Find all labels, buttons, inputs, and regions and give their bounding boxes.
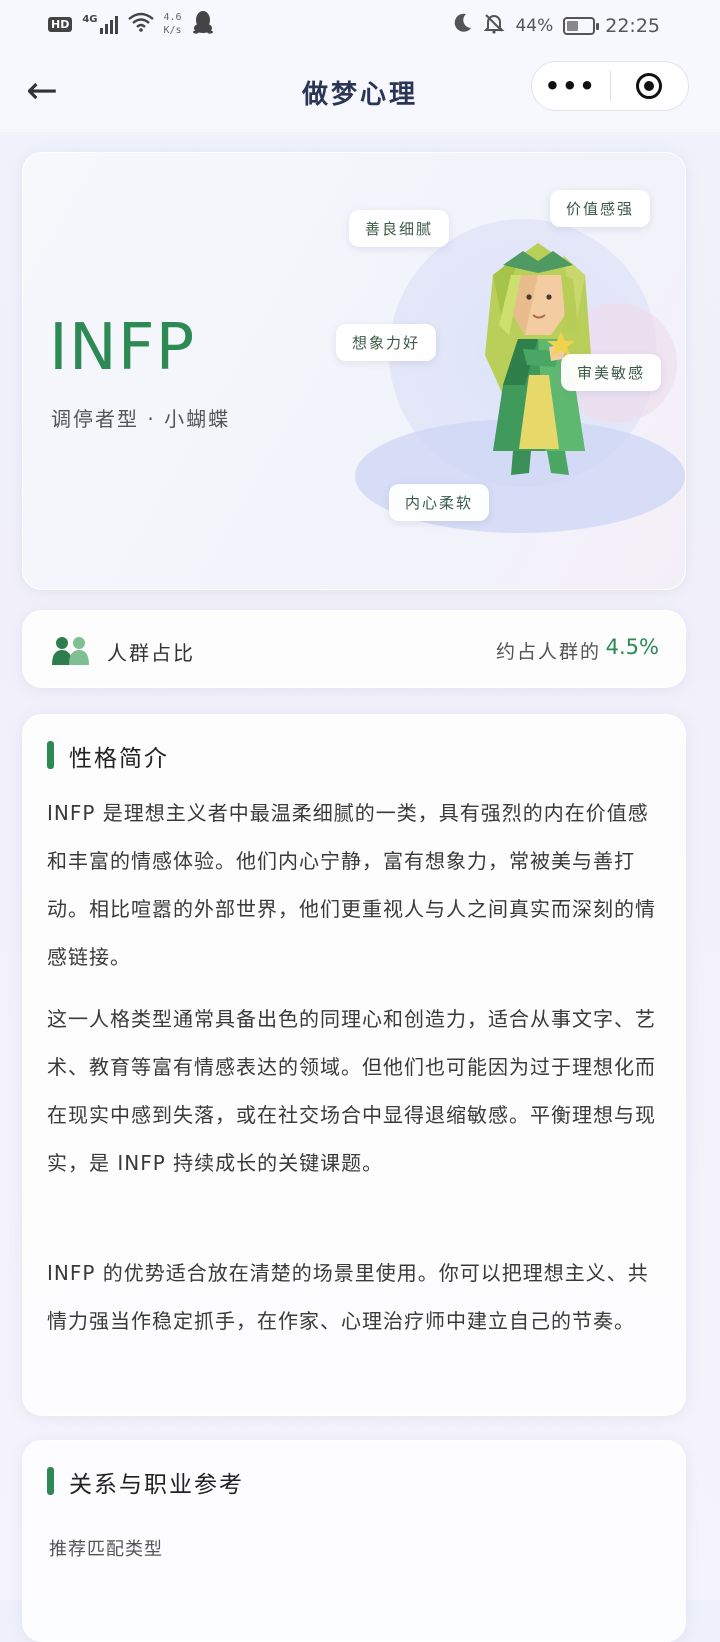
battery-percent: 44% [515, 15, 554, 36]
trait-tag: 想象力好 [336, 324, 437, 361]
personality-intro-card: 性格简介 INFP 是理想主义者中最温柔细腻的一类，具有强烈的内在价值感和丰富的… [22, 714, 686, 1416]
hd-badge: HD [48, 16, 73, 32]
intro-paragraph: 这一人格类型通常具备出色的同理心和创造力，适合从事文字、艺术、教育等富有情感表达… [47, 1007, 656, 1175]
status-bar: HD 4G 4.6 K/s 44% 22:25 [0, 0, 720, 48]
recommended-match-label: 推荐匹配类型 [49, 1539, 163, 1560]
moon-icon [451, 12, 473, 39]
battery-icon [563, 16, 600, 35]
intro-paragraph: INFP 的优势适合放在清楚的场景里使用。你可以把理想主义、共情力强当作稳定抓手… [47, 1261, 649, 1333]
hero-card: INFP 调停者型 · 小蝴蝶 善良细腻 价值感强 想象力好 审美敏感 内心柔软 [22, 152, 686, 590]
trait-tag: 价值感强 [550, 190, 651, 227]
ratio-prefix: 约占人群的 [495, 641, 601, 663]
target-icon [636, 73, 663, 99]
clock: 22:25 [605, 14, 660, 37]
trait-tag: 善良细腻 [349, 210, 450, 247]
trait-tag: 审美敏感 [561, 354, 662, 391]
net-speed-unit: K/s [163, 25, 182, 36]
section-title: 关系与职业参考 [69, 1472, 244, 1498]
net-speed: 4.6 K/s [164, 11, 182, 37]
more-button[interactable]: ••• [532, 72, 610, 100]
ratio-label: 人群占比 [107, 641, 195, 665]
penguin-icon [192, 10, 214, 38]
wifi-icon [127, 12, 154, 36]
section-marker [47, 741, 54, 769]
section-title: 性格简介 [69, 746, 169, 772]
close-button[interactable] [611, 73, 689, 99]
net-speed-value: 4.6 [163, 12, 182, 23]
relations-career-card: 关系与职业参考 推荐匹配类型 [22, 1440, 686, 1642]
status-left: HD 4G 4.6 K/s [48, 10, 214, 38]
intro-paragraph: INFP 是理想主义者中最温柔细腻的一类，具有强烈的内在价值感和丰富的情感体验。… [47, 801, 656, 969]
miniprogram-capsule: ••• [531, 61, 689, 111]
status-right: 44% 22:25 [451, 12, 660, 39]
network-type: 4G [82, 14, 98, 25]
bell-off-icon [483, 12, 505, 39]
signal-icon: 4G [82, 14, 118, 34]
population-ratio-card: 人群占比 约占人群的 4.5% [22, 610, 686, 688]
section-marker [47, 1467, 54, 1495]
trait-tag: 内心柔软 [389, 484, 490, 521]
people-icon [51, 635, 91, 669]
battery-fill [567, 20, 578, 31]
type-subtitle: 调停者型 · 小蝴蝶 [51, 407, 231, 431]
ratio-value: 4.5% [605, 635, 659, 659]
nav-bar: ← 做梦心理 ••• [0, 48, 720, 132]
type-code: INFP [49, 311, 196, 385]
